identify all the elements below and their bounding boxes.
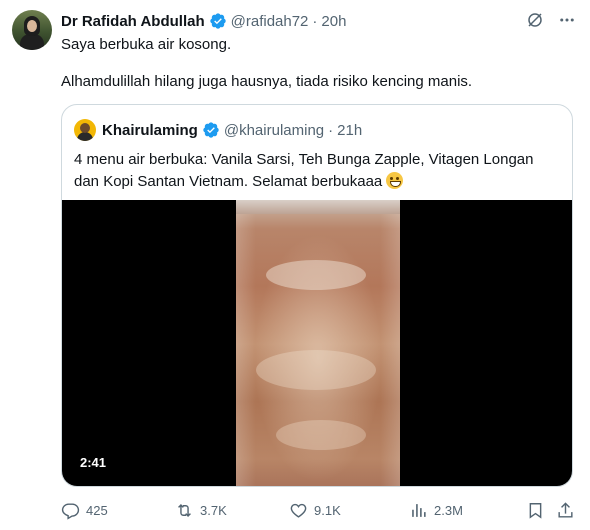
reply-button[interactable]: 425	[61, 499, 108, 521]
like-count: 9.1K	[314, 502, 341, 518]
views-icon	[412, 503, 426, 517]
retweet-icon	[178, 503, 191, 517]
video-duration: 2:41	[74, 453, 113, 473]
quote-avatar-body	[77, 132, 93, 141]
share-icon	[558, 501, 573, 518]
retweet-button[interactable]: 3.7K	[175, 499, 227, 521]
tweet-text-line-2: Alhamdulillah hilang juga hausnya, tiada…	[61, 73, 473, 90]
video-frame-drink	[236, 200, 400, 486]
separator-dot: ·	[312, 12, 318, 30]
bookmark-button[interactable]	[526, 499, 545, 521]
verified-badge-icon	[203, 122, 219, 138]
reply-icon	[61, 502, 80, 520]
author-name[interactable]: Dr Rafidah Abdullah	[61, 13, 205, 30]
separator-dot: ·	[328, 121, 334, 139]
views-count: 2.3M	[434, 502, 463, 518]
action-bar: 425 3.7K 9.1K 2.3M	[61, 499, 577, 521]
grinning-emoji-icon	[386, 172, 404, 189]
author-handle[interactable]: @rafidah72	[231, 13, 309, 30]
quoted-tweet[interactable]: Khairulaming @khairulaming · 21h 4 menu …	[61, 104, 573, 487]
drink-streak	[276, 420, 366, 450]
author-avatar[interactable]	[12, 10, 52, 50]
more-icon[interactable]	[557, 11, 577, 29]
grok-icon[interactable]	[526, 11, 544, 29]
share-button[interactable]	[556, 499, 575, 521]
quote-text-body: 4 menu air berbuka: Vanila Sarsi, Teh Bu…	[74, 151, 534, 190]
like-button[interactable]: 9.1K	[289, 499, 341, 521]
avatar-body	[20, 34, 44, 50]
quote-author-avatar	[74, 119, 96, 141]
tweet-text-line-1: Saya berbuka air kosong.	[61, 36, 232, 53]
quote-text: 4 menu air berbuka: Vanila Sarsi, Teh Bu…	[74, 149, 562, 193]
heart-icon	[290, 503, 307, 518]
drink-streak	[266, 260, 366, 290]
video-player[interactable]: 2:41	[62, 200, 572, 486]
cup-rim	[236, 200, 400, 214]
avatar-face	[27, 20, 37, 32]
retweet-count: 3.7K	[200, 502, 227, 518]
quote-time: 21h	[337, 121, 363, 139]
quote-author-handle: @khairulaming	[223, 121, 325, 139]
drink-streak	[256, 350, 376, 390]
quote-header: Khairulaming @khairulaming · 21h	[74, 119, 362, 141]
tweet-time[interactable]: 20h	[321, 13, 346, 30]
quote-author-name: Khairulaming	[102, 121, 198, 139]
reply-count: 425	[86, 502, 108, 518]
verified-badge-icon	[209, 13, 226, 29]
views-button[interactable]: 2.3M	[409, 499, 463, 521]
bookmark-icon	[529, 502, 542, 519]
tweet-header: Dr Rafidah Abdullah @rafidah72 · 20h	[61, 11, 346, 31]
quote-avatar-face	[80, 123, 90, 133]
